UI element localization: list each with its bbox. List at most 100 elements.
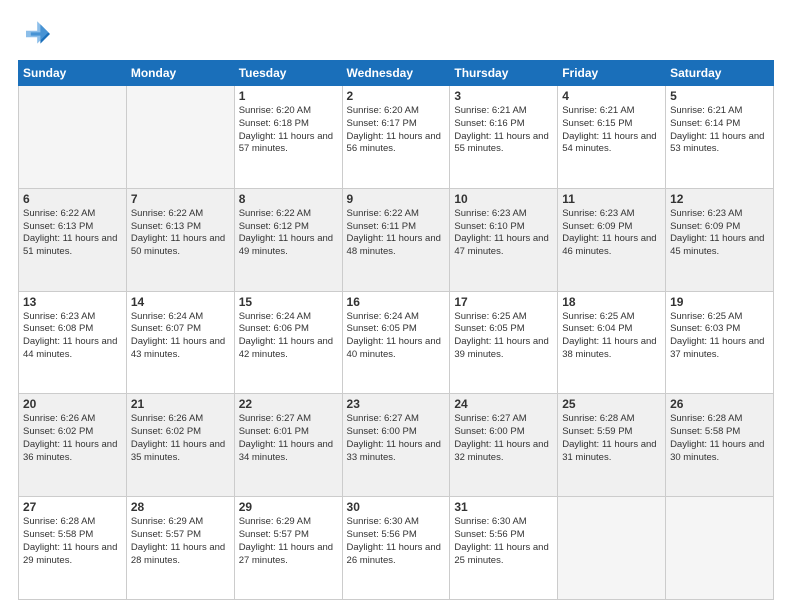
day-number: 14 xyxy=(131,295,230,309)
calendar-cell: 12Sunrise: 6:23 AMSunset: 6:09 PMDayligh… xyxy=(666,188,774,291)
cell-info: Sunrise: 6:22 AMSunset: 6:13 PMDaylight:… xyxy=(131,208,230,259)
calendar-cell: 20Sunrise: 6:26 AMSunset: 6:02 PMDayligh… xyxy=(19,394,127,497)
calendar-cell: 13 Sunrise: 6:23 AMSunset: 6:08 PMDayligh… xyxy=(19,291,127,394)
calendar-header-row: SundayMondayTuesdayWednesdayThursdayFrid… xyxy=(19,61,774,86)
calendar-cell: 1 Sunrise: 6:20 AMSunset: 6:18 PMDaylight… xyxy=(234,86,342,189)
calendar-week-row: 13 Sunrise: 6:23 AMSunset: 6:08 PMDayligh… xyxy=(19,291,774,394)
day-number: 21 xyxy=(131,397,230,411)
calendar-week-row: 6 Sunrise: 6:22 AMSunset: 6:13 PMDaylight… xyxy=(19,188,774,291)
page: SundayMondayTuesdayWednesdayThursdayFrid… xyxy=(0,0,792,612)
logo xyxy=(18,18,54,50)
cell-info: Sunrise: 6:26 AMSunset: 6:02 PMDaylight:… xyxy=(131,413,230,464)
calendar-cell: 2Sunrise: 6:20 AMSunset: 6:17 PMDaylight… xyxy=(342,86,450,189)
day-number: 23 xyxy=(347,397,446,411)
calendar-cell: 4Sunrise: 6:21 AMSunset: 6:15 PMDaylight… xyxy=(558,86,666,189)
day-number: 19 xyxy=(670,295,769,309)
cell-info: Sunrise: 6:30 AMSunset: 5:56 PMDaylight:… xyxy=(454,516,553,567)
cell-info: Sunrise: 6:28 AMSunset: 5:58 PMDaylight:… xyxy=(670,413,769,464)
calendar-cell xyxy=(666,497,774,600)
logo-icon xyxy=(18,18,50,50)
cell-info: Sunrise: 6:20 AMSunset: 6:17 PMDaylight:… xyxy=(347,105,446,156)
day-number: 6 xyxy=(23,192,122,206)
cell-info: Sunrise: 6:22 AMSunset: 6:13 PMDaylight:… xyxy=(23,208,122,259)
day-number: 13 xyxy=(23,295,122,309)
calendar-cell: 8Sunrise: 6:22 AMSunset: 6:12 PMDaylight… xyxy=(234,188,342,291)
day-number: 11 xyxy=(562,192,661,206)
day-number: 3 xyxy=(454,89,553,103)
day-number: 30 xyxy=(347,500,446,514)
calendar-cell xyxy=(19,86,127,189)
cell-info: Sunrise: 6:26 AMSunset: 6:02 PMDaylight:… xyxy=(23,413,122,464)
cell-info: Sunrise: 6:27 AMSunset: 6:00 PMDaylight:… xyxy=(347,413,446,464)
cell-info: Sunrise: 6:21 AMSunset: 6:14 PMDaylight:… xyxy=(670,105,769,156)
header xyxy=(18,18,774,50)
cell-info: Sunrise: 6:25 AMSunset: 6:03 PMDaylight:… xyxy=(670,311,769,362)
calendar-cell: 16 Sunrise: 6:24 AMSunset: 6:05 PMDayligh… xyxy=(342,291,450,394)
calendar-cell: 9 Sunrise: 6:22 AMSunset: 6:11 PMDaylight… xyxy=(342,188,450,291)
day-number: 15 xyxy=(239,295,338,309)
cell-info: Sunrise: 6:23 AMSunset: 6:09 PMDaylight:… xyxy=(562,208,661,259)
calendar-cell: 6 Sunrise: 6:22 AMSunset: 6:13 PMDaylight… xyxy=(19,188,127,291)
cell-info: Sunrise: 6:25 AMSunset: 6:05 PMDaylight:… xyxy=(454,311,553,362)
calendar-cell: 22 Sunrise: 6:27 AMSunset: 6:01 PMDayligh… xyxy=(234,394,342,497)
calendar-cell: 5Sunrise: 6:21 AMSunset: 6:14 PMDaylight… xyxy=(666,86,774,189)
day-number: 7 xyxy=(131,192,230,206)
day-number: 8 xyxy=(239,192,338,206)
calendar-cell: 31 Sunrise: 6:30 AMSunset: 5:56 PMDayligh… xyxy=(450,497,558,600)
calendar-table: SundayMondayTuesdayWednesdayThursdayFrid… xyxy=(18,60,774,600)
calendar-cell xyxy=(558,497,666,600)
calendar-cell: 10Sunrise: 6:23 AMSunset: 6:10 PMDayligh… xyxy=(450,188,558,291)
calendar-cell: 14 Sunrise: 6:24 AMSunset: 6:07 PMDayligh… xyxy=(126,291,234,394)
cell-info: Sunrise: 6:29 AMSunset: 5:57 PMDaylight:… xyxy=(131,516,230,567)
day-header-friday: Friday xyxy=(558,61,666,86)
day-number: 1 xyxy=(239,89,338,103)
calendar-cell: 11 Sunrise: 6:23 AMSunset: 6:09 PMDayligh… xyxy=(558,188,666,291)
calendar-week-row: 1 Sunrise: 6:20 AMSunset: 6:18 PMDaylight… xyxy=(19,86,774,189)
day-header-thursday: Thursday xyxy=(450,61,558,86)
cell-info: Sunrise: 6:28 AMSunset: 5:58 PMDaylight:… xyxy=(23,516,122,567)
day-number: 17 xyxy=(454,295,553,309)
cell-info: Sunrise: 6:25 AMSunset: 6:04 PMDaylight:… xyxy=(562,311,661,362)
cell-info: Sunrise: 6:22 AMSunset: 6:11 PMDaylight:… xyxy=(347,208,446,259)
calendar-cell: 29 Sunrise: 6:29 AMSunset: 5:57 PMDayligh… xyxy=(234,497,342,600)
day-number: 12 xyxy=(670,192,769,206)
day-header-tuesday: Tuesday xyxy=(234,61,342,86)
day-number: 24 xyxy=(454,397,553,411)
calendar-cell: 28 Sunrise: 6:29 AMSunset: 5:57 PMDayligh… xyxy=(126,497,234,600)
cell-info: Sunrise: 6:28 AMSunset: 5:59 PMDaylight:… xyxy=(562,413,661,464)
day-header-sunday: Sunday xyxy=(19,61,127,86)
calendar-cell: 24 Sunrise: 6:27 AMSunset: 6:00 PMDayligh… xyxy=(450,394,558,497)
day-header-wednesday: Wednesday xyxy=(342,61,450,86)
cell-info: Sunrise: 6:23 AMSunset: 6:08 PMDaylight:… xyxy=(23,311,122,362)
calendar-cell: 23 Sunrise: 6:27 AMSunset: 6:00 PMDayligh… xyxy=(342,394,450,497)
calendar-week-row: 20Sunrise: 6:26 AMSunset: 6:02 PMDayligh… xyxy=(19,394,774,497)
cell-info: Sunrise: 6:24 AMSunset: 6:06 PMDaylight:… xyxy=(239,311,338,362)
day-number: 25 xyxy=(562,397,661,411)
cell-info: Sunrise: 6:21 AMSunset: 6:16 PMDaylight:… xyxy=(454,105,553,156)
day-number: 28 xyxy=(131,500,230,514)
calendar-cell: 7 Sunrise: 6:22 AMSunset: 6:13 PMDaylight… xyxy=(126,188,234,291)
cell-info: Sunrise: 6:29 AMSunset: 5:57 PMDaylight:… xyxy=(239,516,338,567)
day-number: 16 xyxy=(347,295,446,309)
calendar-cell: 30Sunrise: 6:30 AMSunset: 5:56 PMDayligh… xyxy=(342,497,450,600)
day-header-saturday: Saturday xyxy=(666,61,774,86)
calendar-cell: 18Sunrise: 6:25 AMSunset: 6:04 PMDayligh… xyxy=(558,291,666,394)
day-number: 22 xyxy=(239,397,338,411)
day-header-monday: Monday xyxy=(126,61,234,86)
calendar-cell: 21 Sunrise: 6:26 AMSunset: 6:02 PMDayligh… xyxy=(126,394,234,497)
day-number: 27 xyxy=(23,500,122,514)
cell-info: Sunrise: 6:27 AMSunset: 6:01 PMDaylight:… xyxy=(239,413,338,464)
calendar-cell: 25 Sunrise: 6:28 AMSunset: 5:59 PMDayligh… xyxy=(558,394,666,497)
day-number: 4 xyxy=(562,89,661,103)
day-number: 31 xyxy=(454,500,553,514)
day-number: 26 xyxy=(670,397,769,411)
cell-info: Sunrise: 6:24 AMSunset: 6:07 PMDaylight:… xyxy=(131,311,230,362)
cell-info: Sunrise: 6:20 AMSunset: 6:18 PMDaylight:… xyxy=(239,105,338,156)
cell-info: Sunrise: 6:24 AMSunset: 6:05 PMDaylight:… xyxy=(347,311,446,362)
cell-info: Sunrise: 6:27 AMSunset: 6:00 PMDaylight:… xyxy=(454,413,553,464)
day-number: 29 xyxy=(239,500,338,514)
day-number: 10 xyxy=(454,192,553,206)
calendar-cell: 15 Sunrise: 6:24 AMSunset: 6:06 PMDayligh… xyxy=(234,291,342,394)
calendar-cell: 26 Sunrise: 6:28 AMSunset: 5:58 PMDayligh… xyxy=(666,394,774,497)
day-number: 9 xyxy=(347,192,446,206)
